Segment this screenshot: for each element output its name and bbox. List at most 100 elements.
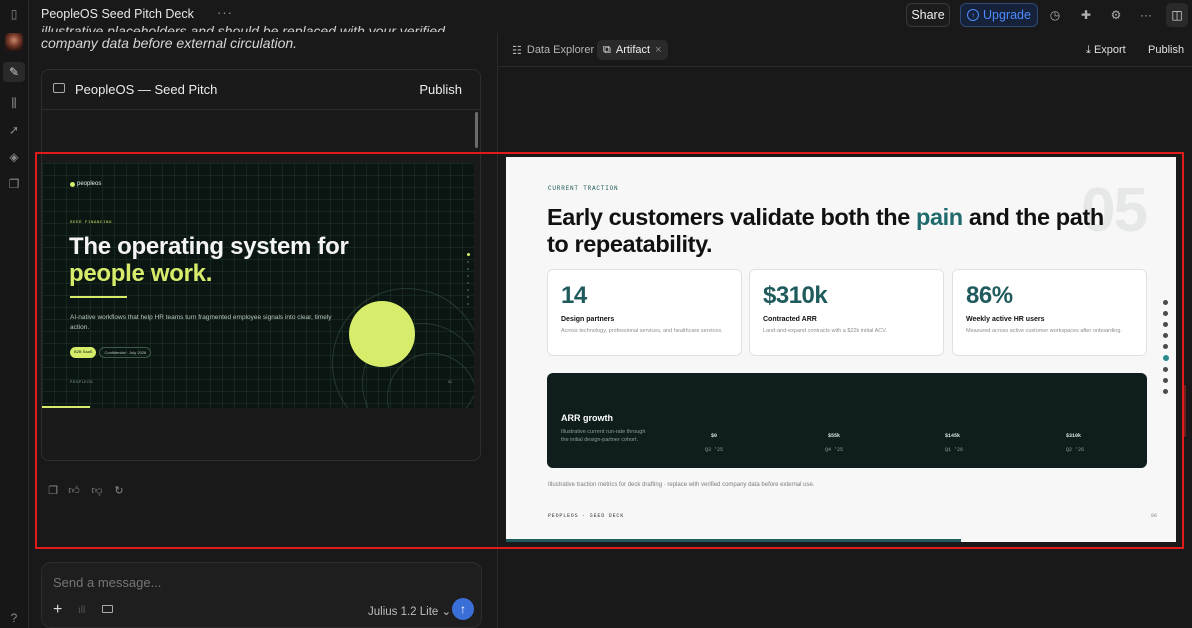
slide-headline: The operating system for people work. [69, 233, 349, 287]
slide-progress-bar [42, 406, 90, 408]
artifact-card[interactable]: PeopleOS — Seed Pitch Publish peopleos S… [41, 69, 481, 461]
traction-slide: 05 CURRENT TRACTION Early customers vali… [506, 157, 1176, 542]
arr-quarter: Q4 '25 [825, 447, 844, 453]
headline-line-2: people work. [69, 260, 213, 287]
artifact-panel: ☷ Data Explorer ⧉ Artifact × ⤓ Export Publi… [497, 33, 1192, 628]
metric-description: Land-and-expand contracts with a $22k in… [763, 328, 887, 334]
metric-label: Contracted ARR [763, 316, 817, 323]
message-line: company data before external circulation… [41, 35, 298, 51]
artifact-publish-button[interactable]: Publish [419, 82, 462, 97]
slide-headline: Early customers validate both the pain a… [547, 204, 1107, 258]
scrollbar[interactable] [475, 112, 478, 148]
panel-scrollbar[interactable] [1183, 385, 1186, 437]
slide-footer: PEOPLEOS · SEED DECK [548, 513, 625, 519]
settings-icon[interactable]: ⚙ [1108, 7, 1124, 23]
headline-line-1: The operating system for [69, 233, 349, 260]
tag-row: B2B SaaS Confidential · July 2026 [70, 347, 152, 358]
arr-quarter: Q3 '25 [705, 447, 724, 453]
panel-icon: ◫ [1171, 8, 1183, 22]
more-options-icon[interactable]: ··· [217, 5, 233, 20]
rocket-icon[interactable]: ➚ [6, 122, 22, 138]
slide-progress-bar [506, 539, 961, 542]
send-button[interactable]: ↑ [452, 598, 474, 620]
slide-page-number: 01 [448, 380, 452, 384]
slack-icon[interactable]: ✚ [1078, 7, 1094, 23]
export-button[interactable]: ⤓ Export [1086, 44, 1126, 57]
cube-icon[interactable]: ◈ [6, 149, 22, 165]
slide-nav-dots [467, 253, 470, 310]
slide-footer: PEOPLEOS [70, 380, 94, 384]
library-icon[interactable]: ⫼ [6, 95, 22, 111]
tab-artifact-label: Artifact [615, 44, 651, 56]
close-tab-icon[interactable]: × [655, 44, 661, 56]
logo: peopleos [70, 181, 101, 187]
tag-saas: B2B SaaS [70, 347, 97, 358]
model-name: Julius 1.2 Lite [368, 606, 439, 618]
sidebar-toggle-icon[interactable]: ▯ [6, 6, 22, 22]
message-line-partial: illustrative placeholders and should be … [41, 23, 445, 32]
share-button[interactable]: Share [906, 3, 950, 27]
headline-highlight: pain [916, 204, 963, 230]
slide-footnote: Illustrative traction metrics for deck d… [548, 482, 815, 488]
tab-artifact[interactable]: ⧉ Artifact × [597, 40, 668, 60]
tab-data-explorer-label: Data Explorer [526, 44, 595, 56]
export-label: Export [1093, 44, 1126, 56]
voice-bars-icon[interactable]: ıll [78, 605, 85, 616]
window-icon [53, 83, 65, 93]
retry-icon[interactable]: ↻ [112, 483, 126, 497]
metric-card: 14 Design partners Across technology, pr… [547, 269, 742, 356]
thumbs-down-icon[interactable]: 👎︎ [90, 483, 104, 497]
upgrade-label: Upgrade [983, 8, 1031, 22]
headline-part-1: Early customers validate both the [547, 204, 917, 230]
metric-value: $310k [763, 282, 828, 309]
slide-nav-dots[interactable] [1163, 300, 1171, 400]
artifact-card-title[interactable]: PeopleOS — Seed Pitch [75, 82, 217, 97]
message-input[interactable] [53, 575, 353, 590]
arr-value: $55k [828, 433, 841, 439]
artifact-card-header: PeopleOS — Seed Pitch Publish [42, 70, 480, 110]
help-icon[interactable]: ? [6, 610, 22, 626]
copy-icon[interactable]: ❐ [46, 483, 60, 497]
history-icon[interactable]: ◷ [1047, 7, 1063, 23]
decorative-circle [349, 301, 415, 367]
arr-title: ARR growth [561, 413, 613, 423]
metric-label: Weekly active HR users [966, 316, 1045, 323]
tab-data-explorer[interactable]: ☷ Data Explorer [512, 40, 594, 60]
download-icon: ⤓ [1086, 44, 1091, 56]
arr-value: $0 [711, 433, 718, 439]
metric-value: 86% [966, 282, 1013, 309]
thumbs-up-icon[interactable]: 👍︎ [67, 483, 81, 497]
arr-value: $310k [1066, 433, 1082, 439]
upgrade-button[interactable]: ↑ Upgrade [960, 3, 1038, 27]
panel-tabs: ☷ Data Explorer ⧉ Artifact × ⤓ Export Publi… [498, 33, 1192, 67]
artifact-icon: ⧉ [603, 43, 611, 56]
document-title[interactable]: PeopleOS Seed Pitch Deck [41, 7, 194, 21]
arr-description: Illustrative current run-rate through th… [561, 429, 646, 443]
assistant-message: illustrative placeholders and should be … [41, 20, 481, 54]
slide-kicker: SEED FINANCING [70, 221, 113, 225]
arr-growth-panel: ARR growth Illustrative current run-rate… [547, 373, 1147, 468]
title-slide-preview[interactable]: peopleos SEED FINANCING The operating sy… [42, 163, 474, 408]
arr-quarter: Q2 '26 [1066, 447, 1085, 453]
arr-quarter: Q1 '26 [945, 447, 964, 453]
panel-publish-button[interactable]: Publish [1148, 44, 1184, 56]
copy-pages-icon[interactable]: ❐ [6, 176, 22, 192]
more-icon[interactable]: ··· [1138, 7, 1154, 23]
arr-value: $145k [945, 433, 961, 439]
add-attachment-icon[interactable]: + [53, 601, 62, 619]
model-selector[interactable]: Julius 1.2 Lite ⌄ [368, 604, 451, 618]
grid-icon: ☷ [512, 44, 522, 57]
new-chat-icon[interactable]: ✎ [6, 64, 22, 80]
slide-body: AI-native workflows that help HR teams t… [70, 314, 332, 331]
screen-icon[interactable] [102, 605, 113, 613]
logo-dot-icon [70, 181, 75, 187]
avatar[interactable] [5, 33, 23, 51]
metric-card: $310k Contracted ARR Land-and-expand con… [749, 269, 944, 356]
left-rail: ▯ ✎ ⫼ ➚ ◈ ❐ ? [0, 0, 29, 628]
slide-kicker: CURRENT TRACTION [548, 185, 619, 192]
metric-value: 14 [561, 282, 587, 309]
message-composer: + ıll Julius 1.2 Lite ⌄ ↑ [41, 562, 482, 628]
metric-description: Across technology, professional services… [561, 328, 723, 334]
chevron-down-icon: ⌄ [441, 606, 452, 618]
slide-page-number: 06 [1151, 513, 1158, 519]
